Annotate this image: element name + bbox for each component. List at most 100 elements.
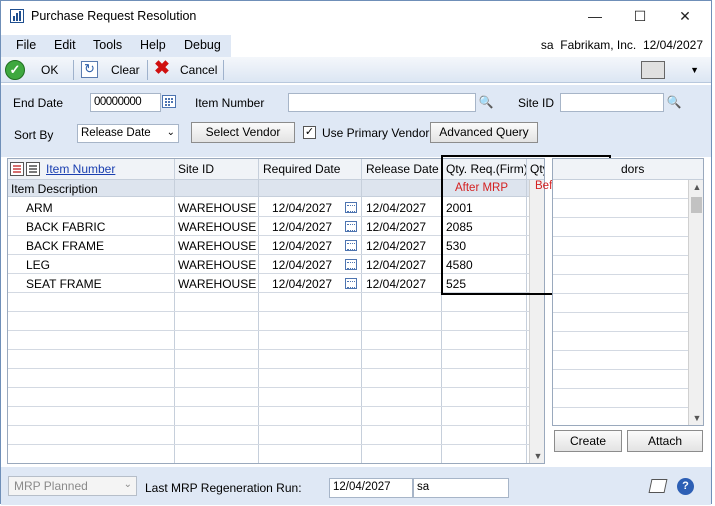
table-row	[8, 388, 529, 407]
item-number-cell: BACK FABRIC	[26, 220, 106, 234]
cancel-x-icon[interactable]: ✖	[154, 59, 170, 79]
session-company: Fabrikam, Inc.	[560, 38, 637, 52]
menu-file[interactable]: File	[16, 38, 36, 52]
table-row	[8, 445, 529, 463]
item-number-field[interactable]	[288, 93, 476, 112]
mrp-planned-select: MRP Planned ⌄	[8, 476, 137, 496]
menu-help[interactable]: Help	[140, 38, 166, 52]
printer-icon[interactable]	[641, 61, 665, 79]
scroll-down-arrow-icon[interactable]: ▼	[531, 451, 544, 461]
vendors-header: dors	[553, 159, 703, 180]
select-vendor-button[interactable]: Select Vendor	[191, 122, 295, 143]
app-chart-icon	[10, 9, 24, 23]
attach-button[interactable]: Attach	[627, 430, 703, 452]
site-id-cell: WAREHOUSE	[178, 201, 257, 215]
required-date-cell: 12/04/2027	[272, 277, 333, 291]
item-number-cell: BACK FRAME	[26, 239, 105, 253]
table-row	[8, 369, 529, 388]
table-row	[8, 407, 529, 426]
menu-debug[interactable]: Debug	[184, 38, 221, 52]
table-row	[8, 426, 529, 445]
calendar-icon[interactable]	[345, 221, 357, 232]
site-id-cell: WAREHOUSE	[178, 277, 257, 291]
status-area: sa Fabrikam, Inc. 12/04/2027	[231, 35, 711, 57]
table-row	[8, 293, 529, 312]
advanced-query-button[interactable]: Advanced Query	[430, 122, 538, 143]
required-date-cell: 12/04/2027	[272, 258, 333, 272]
create-button[interactable]: Create	[554, 430, 622, 452]
table-row	[8, 331, 529, 350]
window: Purchase Request Resolution — ☐ ✕ File E…	[0, 0, 712, 505]
last-run-date-field: 12/04/2027	[329, 478, 413, 498]
site-id-column-header: Site ID	[178, 162, 215, 176]
note-icon[interactable]	[648, 479, 668, 493]
session-status: sa Fabrikam, Inc. 12/04/2027	[541, 38, 703, 52]
table-row	[8, 350, 529, 369]
calendar-icon[interactable]	[162, 95, 176, 108]
calendar-icon[interactable]	[345, 278, 357, 289]
cancel-button[interactable]: Cancel	[180, 63, 217, 77]
site-lookup-icon[interactable]: 🔍	[665, 93, 683, 111]
release-date-cell: 12/04/2027	[366, 220, 427, 234]
item-lookup-icon[interactable]: 🔍	[477, 93, 495, 111]
expand-rows-icon[interactable]	[10, 162, 24, 176]
mrp-planned-value: MRP Planned	[14, 479, 88, 493]
item-number-label: Item Number	[195, 96, 265, 110]
calendar-icon[interactable]	[345, 240, 357, 251]
site-id-cell: WAREHOUSE	[178, 239, 257, 253]
window-title: Purchase Request Resolution	[31, 9, 197, 23]
menu-edit[interactable]: Edit	[54, 38, 76, 52]
sort-by-value: Release Date	[81, 127, 151, 139]
vendors-list	[553, 180, 688, 425]
title-bar: Purchase Request Resolution — ☐ ✕	[1, 1, 711, 31]
calendar-icon[interactable]	[345, 202, 357, 213]
required-date-column-header: Required Date	[263, 162, 341, 176]
required-date-cell: 12/04/2027	[272, 239, 333, 253]
chevron-down-icon: ⌄	[166, 127, 175, 138]
use-primary-vendor-label: Use Primary Vendor	[322, 126, 430, 140]
scroll-up-arrow-icon[interactable]: ▲	[690, 182, 703, 192]
toolbar-divider	[147, 60, 148, 80]
clear-icon[interactable]: ↻	[81, 61, 98, 78]
ok-button[interactable]: OK	[41, 63, 58, 77]
menu-tools[interactable]: Tools	[93, 38, 122, 52]
help-icon[interactable]: ?	[677, 478, 694, 495]
toolbar-divider	[73, 60, 74, 80]
site-id-cell: WAREHOUSE	[178, 220, 257, 234]
clear-button[interactable]: Clear	[111, 63, 140, 77]
scroll-down-arrow-icon[interactable]: ▼	[690, 413, 703, 423]
session-user: sa	[540, 38, 554, 52]
vendors-scrollbar[interactable]: ▲ ▼	[688, 180, 703, 425]
release-date-cell: 12/04/2027	[366, 239, 427, 253]
sort-by-select[interactable]: Release Date ⌄	[77, 124, 179, 143]
scroll-thumb[interactable]	[691, 197, 702, 213]
end-date-field[interactable]: 00000000	[90, 93, 161, 112]
print-dropdown-icon[interactable]: ▼	[669, 61, 699, 79]
required-date-cell: 12/04/2027	[272, 201, 333, 215]
release-date-cell: 12/04/2027	[366, 258, 427, 272]
use-primary-vendor-checkbox[interactable]: ✓	[303, 126, 316, 139]
release-date-column-header: Release Date	[366, 162, 439, 176]
minimize-button[interactable]: —	[580, 5, 610, 27]
site-id-label: Site ID	[518, 96, 555, 110]
vendors-panel: dors ▲ ▼	[552, 158, 704, 426]
close-button[interactable]: ✕	[670, 5, 700, 27]
item-description-header: Item Description	[11, 182, 98, 196]
site-id-cell: WAREHOUSE	[178, 258, 257, 272]
collapse-rows-icon[interactable]	[26, 162, 40, 176]
footer-panel: MRP Planned ⌄ Last MRP Regeneration Run:…	[1, 467, 711, 505]
maximize-button[interactable]: ☐	[625, 5, 655, 27]
session-date: 12/04/2027	[642, 38, 703, 52]
filter-panel: End Date 00000000 Item Number 🔍 Site ID …	[1, 85, 711, 157]
site-id-field[interactable]	[560, 93, 664, 112]
end-date-label: End Date	[13, 96, 64, 110]
release-date-cell: 12/04/2027	[366, 201, 427, 215]
menu-bar: File Edit Tools Help Debug sa Fabrikam, …	[1, 35, 711, 57]
item-number-column-header[interactable]: Item Number	[46, 162, 115, 176]
ok-check-icon[interactable]: ✓	[5, 60, 25, 80]
item-number-cell: SEAT FRAME	[26, 277, 102, 291]
sort-by-label: Sort By	[14, 128, 54, 142]
item-number-cell: LEG	[26, 258, 51, 272]
calendar-icon[interactable]	[345, 259, 357, 270]
vendors-header-label: dors	[621, 162, 645, 176]
